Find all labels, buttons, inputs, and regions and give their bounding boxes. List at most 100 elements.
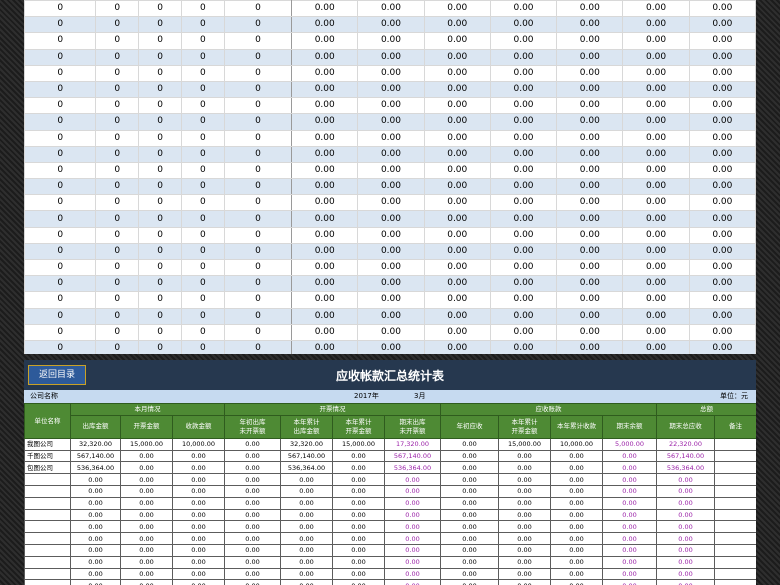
top-table-cell[interactable]: 0	[24, 307, 97, 325]
top-table-cell[interactable]: 0.00	[622, 242, 690, 261]
top-table-cell[interactable]: 0.00	[489, 291, 558, 309]
value-cell[interactable]: 0.00	[384, 579, 441, 585]
top-table-cell[interactable]: 0.00	[291, 0, 359, 18]
top-table-cell[interactable]: 0.00	[489, 32, 558, 50]
top-table-cell[interactable]: 0.00	[622, 145, 690, 163]
top-table-cell[interactable]: 0.00	[291, 97, 359, 115]
top-table-cell[interactable]: 0	[24, 258, 97, 277]
unit-name-cell[interactable]: 千图公司	[24, 449, 71, 463]
value-cell[interactable]: 22,320.00	[656, 437, 715, 451]
value-cell[interactable]	[714, 520, 756, 534]
top-table-cell[interactable]: 0.00	[556, 307, 624, 325]
top-table-cell[interactable]: 0.00	[357, 16, 425, 34]
value-cell[interactable]: 0.00	[120, 496, 173, 510]
value-cell[interactable]: 0.00	[224, 473, 281, 486]
value-cell[interactable]: 0.00	[656, 484, 715, 498]
top-table-cell[interactable]: 0	[24, 275, 97, 293]
top-table-cell[interactable]: 0.00	[357, 291, 425, 309]
value-cell[interactable]: 0.00	[498, 473, 551, 486]
top-table-cell[interactable]: 0.00	[291, 226, 359, 244]
top-table-cell[interactable]: 0	[95, 226, 140, 244]
value-cell[interactable]: 15,000.00	[498, 437, 551, 451]
top-table-cell[interactable]: 0.00	[556, 32, 624, 50]
top-table-cell[interactable]: 0	[180, 242, 225, 261]
value-cell[interactable]: 0.00	[384, 543, 441, 557]
top-table-cell[interactable]: 0	[95, 210, 140, 228]
top-table-cell[interactable]: 0.00	[622, 210, 690, 228]
top-table-cell[interactable]: 0.00	[489, 275, 558, 293]
value-cell[interactable]: 0.00	[172, 520, 225, 534]
value-cell[interactable]: 0.00	[440, 532, 499, 545]
unit-name-cell[interactable]	[24, 496, 71, 510]
top-table-cell[interactable]: 0.00	[622, 194, 690, 212]
top-table-cell[interactable]: 0	[138, 194, 182, 212]
top-table-cell[interactable]: 0	[24, 291, 97, 309]
value-cell[interactable]: 0.00	[440, 543, 499, 557]
value-cell[interactable]: 536,364.00	[384, 461, 441, 475]
value-cell[interactable]: 0.00	[172, 449, 225, 463]
top-table-cell[interactable]: 0	[138, 80, 182, 99]
top-table-cell[interactable]: 0.00	[291, 129, 359, 147]
top-table-cell[interactable]: 0	[180, 226, 225, 244]
value-cell[interactable]	[714, 508, 756, 522]
value-cell[interactable]: 0.00	[332, 555, 385, 569]
top-table-cell[interactable]: 0.00	[423, 258, 491, 277]
top-table-cell[interactable]: 0.00	[291, 64, 359, 82]
top-table-cell[interactable]: 0.00	[291, 48, 359, 66]
top-table-cell[interactable]: 0	[223, 80, 293, 99]
value-cell[interactable]: 0.00	[602, 555, 657, 569]
value-cell[interactable]: 0.00	[70, 473, 121, 486]
top-table-cell[interactable]: 0	[138, 161, 182, 180]
value-cell[interactable]: 0.00	[280, 508, 333, 522]
top-table-cell[interactable]: 0.00	[688, 113, 756, 131]
value-cell[interactable]: 0.00	[602, 579, 657, 585]
value-cell[interactable]: 0.00	[224, 508, 281, 522]
top-table-cell[interactable]: 0.00	[622, 226, 690, 244]
top-table-cell[interactable]: 0.00	[688, 339, 756, 354]
top-table-cell[interactable]: 0	[95, 113, 140, 131]
top-table-cell[interactable]: 0	[95, 323, 140, 341]
top-table-cell[interactable]: 0	[24, 145, 97, 163]
top-table-cell[interactable]: 0.00	[423, 145, 491, 163]
value-cell[interactable]: 0.00	[280, 567, 333, 581]
top-table-cell[interactable]: 0	[138, 210, 182, 228]
value-cell[interactable]: 17,320.00	[384, 437, 441, 451]
top-table-cell[interactable]: 0.00	[291, 161, 359, 180]
top-table-cell[interactable]: 0.00	[423, 129, 491, 147]
value-cell[interactable]: 0.00	[224, 567, 281, 581]
value-cell[interactable]: 0.00	[550, 473, 603, 486]
top-table-cell[interactable]: 0.00	[688, 48, 756, 66]
top-table-cell[interactable]: 0	[24, 48, 97, 66]
top-table-cell[interactable]: 0	[180, 323, 225, 341]
top-table-cell[interactable]: 0	[223, 16, 293, 34]
top-table-cell[interactable]: 0.00	[357, 113, 425, 131]
value-cell[interactable]: 0.00	[120, 508, 173, 522]
value-cell[interactable]	[714, 449, 756, 463]
top-table-cell[interactable]: 0.00	[688, 226, 756, 244]
value-cell[interactable]	[714, 543, 756, 557]
top-table-cell[interactable]: 0.00	[622, 339, 690, 354]
top-table-cell[interactable]: 0.00	[489, 194, 558, 212]
top-table-cell[interactable]: 0.00	[423, 323, 491, 341]
value-cell[interactable]: 0.00	[440, 449, 499, 463]
unit-name-cell[interactable]	[24, 484, 71, 498]
value-cell[interactable]: 0.00	[498, 567, 551, 581]
top-table-cell[interactable]: 0.00	[556, 145, 624, 163]
value-cell[interactable]: 15,000.00	[120, 437, 173, 451]
value-cell[interactable]: 0.00	[498, 579, 551, 585]
top-table-cell[interactable]: 0	[138, 291, 182, 309]
top-table-cell[interactable]: 0.00	[357, 161, 425, 180]
value-cell[interactable]: 0.00	[498, 484, 551, 498]
top-table-cell[interactable]: 0.00	[688, 194, 756, 212]
unit-name-cell[interactable]: 包图公司	[24, 461, 71, 475]
top-table-cell[interactable]: 0.00	[556, 0, 624, 18]
top-table-cell[interactable]: 0	[24, 161, 97, 180]
top-table-cell[interactable]: 0.00	[423, 16, 491, 34]
value-cell[interactable]: 0.00	[120, 543, 173, 557]
top-table-cell[interactable]: 0	[223, 307, 293, 325]
top-table-cell[interactable]: 0	[180, 307, 225, 325]
value-cell[interactable]: 0.00	[224, 543, 281, 557]
top-table-cell[interactable]: 0.00	[622, 48, 690, 66]
value-cell[interactable]: 0.00	[550, 508, 603, 522]
top-table-cell[interactable]: 0.00	[489, 16, 558, 34]
